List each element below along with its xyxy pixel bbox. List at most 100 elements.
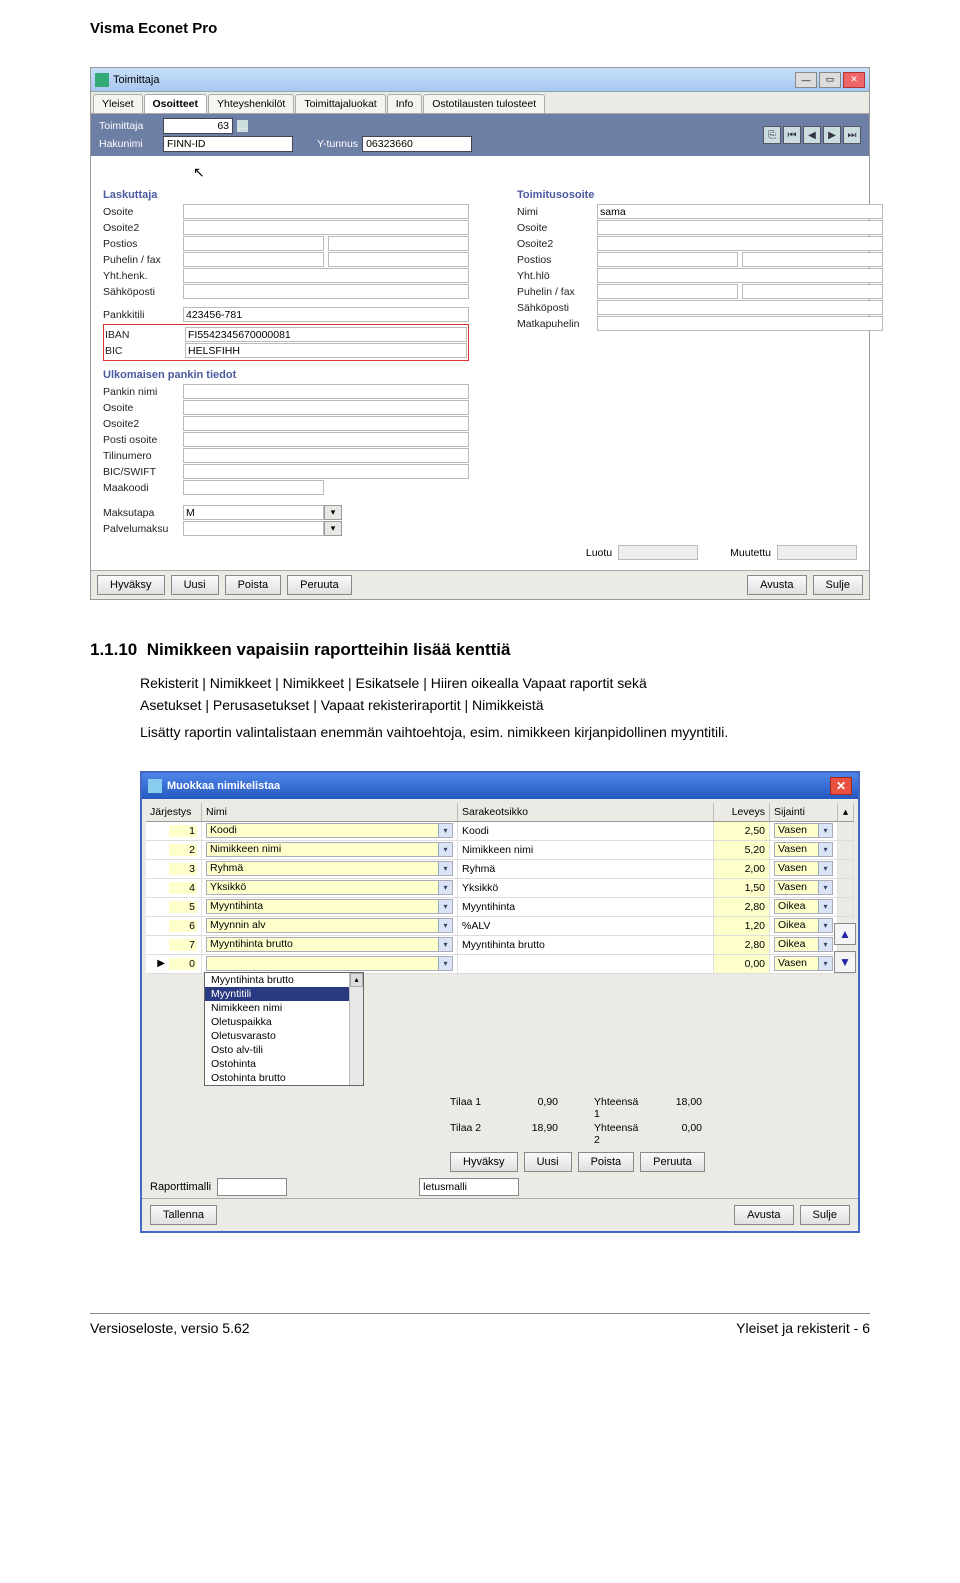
table-row[interactable]: 7Myyntihinta brutto▾Myyntihinta brutto2,… — [146, 936, 854, 955]
col-jarjestys[interactable]: Järjestys — [146, 803, 202, 821]
chevron-down-icon[interactable]: ▾ — [438, 862, 452, 875]
chevron-down-icon[interactable]: ▾ — [438, 900, 452, 913]
dlg-close-button[interactable]: ✕ — [830, 777, 852, 795]
col-nimi[interactable]: Nimi — [202, 803, 458, 821]
puh-input[interactable] — [183, 252, 324, 267]
chevron-down-icon[interactable]: ▾ — [818, 919, 832, 932]
up-osoite-input[interactable] — [183, 400, 469, 415]
chevron-down-icon[interactable]: ▾ — [438, 919, 452, 932]
up-bic-input[interactable] — [183, 464, 469, 479]
sulje-button[interactable]: Sulje — [813, 575, 863, 595]
uusi-button[interactable]: Uusi — [171, 575, 219, 595]
palvelumaksu-input[interactable] — [183, 521, 324, 536]
next-icon[interactable]: ▶ — [823, 126, 841, 144]
dropdown-option[interactable]: Nimikkeen nimi — [205, 1001, 363, 1015]
palvelumaksu-dd[interactable]: ▾ — [324, 521, 342, 536]
mid-peruuta-button[interactable]: Peruuta — [640, 1152, 705, 1172]
postios1-input[interactable] — [183, 236, 324, 251]
fax-input[interactable] — [328, 252, 469, 267]
up-osoite2-input[interactable] — [183, 416, 469, 431]
copy-icon[interactable]: ⎘ — [763, 126, 781, 144]
dropdown-option[interactable]: Myyntitili — [205, 987, 363, 1001]
tab-yhteyshenkilot[interactable]: Yhteyshenkilöt — [208, 94, 294, 113]
table-row[interactable]: 1Koodi▾Koodi2,50Vasen▾ — [146, 822, 854, 841]
tab-yleiset[interactable]: Yleiset — [93, 94, 143, 113]
tab-osoitteet[interactable]: Osoitteet — [144, 94, 208, 113]
yhthenk-input[interactable] — [183, 268, 469, 283]
bottom-avusta-button[interactable]: Avusta — [734, 1205, 793, 1225]
hyvaksy-button[interactable]: Hyväksy — [97, 575, 165, 595]
mid-hyvaksy-button[interactable]: Hyväksy — [450, 1152, 518, 1172]
tab-ostotilausten[interactable]: Ostotilausten tulosteet — [423, 94, 545, 113]
chevron-down-icon[interactable]: ▾ — [818, 862, 832, 875]
chevron-down-icon[interactable]: ▾ — [438, 957, 452, 970]
last-icon[interactable]: ⏭ — [843, 126, 861, 144]
mid-poista-button[interactable]: Poista — [578, 1152, 635, 1172]
ytunnus-input[interactable] — [362, 136, 472, 152]
sahkoposti-input[interactable] — [183, 284, 469, 299]
toimittaja-input[interactable] — [163, 118, 233, 134]
t-sahko-input[interactable] — [597, 300, 883, 315]
up-nimi-input[interactable] — [183, 384, 469, 399]
table-row[interactable]: 5Myyntihinta▾Myyntihinta2,80Oikea▾ — [146, 898, 854, 917]
t-puh-input[interactable] — [597, 284, 738, 299]
avusta-button[interactable]: Avusta — [747, 575, 806, 595]
t-post2-input[interactable] — [742, 252, 883, 267]
t-osoite2-input[interactable] — [597, 236, 883, 251]
chevron-down-icon[interactable]: ▾ — [818, 957, 832, 970]
tallenna-button[interactable]: Tallenna — [150, 1205, 217, 1225]
scroll-up-icon[interactable]: ▴ — [838, 803, 854, 821]
table-row[interactable]: 6Myynnin alv▾%ALV1,20Oikea▾ — [146, 917, 854, 936]
rap-select-left[interactable] — [217, 1178, 287, 1196]
chevron-down-icon[interactable]: ▾ — [438, 824, 452, 837]
table-row[interactable]: 4Yksikkö▾Yksikkö1,50Vasen▾ — [146, 879, 854, 898]
poista-button[interactable]: Poista — [225, 575, 282, 595]
maksutapa-dd[interactable]: ▾ — [324, 505, 342, 520]
osoite2-input[interactable] — [183, 220, 469, 235]
postios2-input[interactable] — [328, 236, 469, 251]
chevron-down-icon[interactable]: ▾ — [818, 881, 832, 894]
pankkitili-input[interactable] — [183, 307, 469, 322]
t-yhthlo-input[interactable] — [597, 268, 883, 283]
chevron-down-icon[interactable]: ▾ — [818, 938, 832, 951]
tab-info[interactable]: Info — [387, 94, 423, 113]
chevron-down-icon[interactable]: ▾ — [438, 881, 452, 894]
rap-select-right[interactable] — [419, 1178, 519, 1196]
t-nimi-input[interactable] — [597, 204, 883, 219]
t-osoite-input[interactable] — [597, 220, 883, 235]
hakunimi-input[interactable] — [163, 136, 293, 152]
maximize-button[interactable]: ▭ — [819, 72, 841, 88]
bic-input[interactable] — [185, 343, 467, 358]
chevron-down-icon[interactable]: ▾ — [818, 900, 832, 913]
tab-toimittajaluokat[interactable]: Toimittajaluokat — [295, 94, 385, 113]
up-tili-input[interactable] — [183, 448, 469, 463]
prev-icon[interactable]: ◀ — [803, 126, 821, 144]
dd-scroll-up-icon[interactable]: ▴ — [350, 973, 363, 987]
maksutapa-input[interactable] — [183, 505, 324, 520]
t-fax-input[interactable] — [742, 284, 883, 299]
peruuta-button[interactable]: Peruuta — [287, 575, 352, 595]
iban-input[interactable] — [185, 327, 467, 342]
col-sarake[interactable]: Sarakeotsikko — [458, 803, 714, 821]
dropdown-option[interactable]: Oletuspaikka — [205, 1015, 363, 1029]
close-button[interactable]: ✕ — [843, 72, 865, 88]
t-matka-input[interactable] — [597, 316, 883, 331]
table-row[interactable]: 3Ryhmä▾Ryhmä2,00Vasen▾ — [146, 860, 854, 879]
dropdown-option[interactable]: Oletusvarasto — [205, 1029, 363, 1043]
mid-uusi-button[interactable]: Uusi — [524, 1152, 572, 1172]
up-maa-input[interactable] — [183, 480, 324, 495]
dropdown-option[interactable]: Ostohinta brutto — [205, 1071, 363, 1085]
dropdown-option[interactable]: Osto alv-tili — [205, 1043, 363, 1057]
bottom-sulje-button[interactable]: Sulje — [800, 1205, 850, 1225]
move-down-button[interactable]: ▼ — [834, 951, 856, 973]
up-posti-input[interactable] — [183, 432, 469, 447]
first-icon[interactable]: ⏮ — [783, 126, 801, 144]
nimi-dropdown[interactable]: ▴ Myyntihinta bruttoMyyntitiliNimikkeen … — [204, 972, 364, 1086]
dropdown-option[interactable]: Ostohinta — [205, 1057, 363, 1071]
dropdown-option[interactable]: Myyntihinta brutto — [205, 973, 363, 987]
chevron-down-icon[interactable]: ▾ — [818, 824, 832, 837]
chevron-down-icon[interactable]: ▾ — [438, 843, 452, 856]
col-leveys[interactable]: Leveys — [714, 803, 770, 821]
t-post1-input[interactable] — [597, 252, 738, 267]
table-row[interactable]: 2Nimikkeen nimi▾Nimikkeen nimi5,20Vasen▾ — [146, 841, 854, 860]
